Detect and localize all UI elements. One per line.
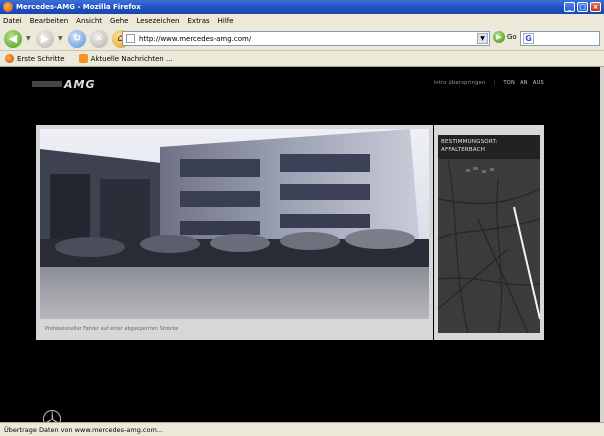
page-icon [126, 34, 135, 43]
forward-history-dropdown[interactable]: ▼ [58, 35, 64, 42]
page-scrollbar[interactable] [600, 67, 604, 422]
menu-bearbeiten[interactable]: Bearbeiten [30, 17, 68, 25]
menu-bar: Datei Bearbeiten Ansicht Gehe Lesezeiche… [0, 14, 604, 27]
nav-divider: | [493, 80, 496, 86]
sound-controls: TON AN AUS [503, 80, 544, 86]
forward-button[interactable]: ▶ [36, 29, 54, 48]
url-history-dropdown[interactable]: ▼ [477, 33, 488, 44]
status-text: Übertrage Daten von www.mercedes-amg.com… [4, 425, 163, 434]
bookmark-erste-schritte[interactable]: Erste Schritte [5, 54, 65, 63]
minimize-button[interactable]: _ [564, 2, 575, 12]
go-arrow-icon: ▶ [493, 31, 505, 43]
window-titlebar: Mercedes-AMG - Mozilla Firefox _ □ × [0, 0, 604, 14]
back-button[interactable]: ◀ [4, 29, 22, 48]
skip-intro-link[interactable]: Intro überspringen [434, 80, 486, 86]
menu-ansicht[interactable]: Ansicht [76, 17, 102, 25]
navigation-toolbar: ◀ ▼ ▶ ▼ ↻ ✕ ⌂ http://www.mercedes-amg.co… [0, 27, 604, 51]
maximize-button[interactable]: □ [577, 2, 588, 12]
destination-name: AFFALTERBACH [441, 147, 486, 153]
destination-label: BESTIMMUNGSORT: [441, 139, 498, 145]
video-caption: Professioneller Fahrer auf einer abgespe… [45, 326, 179, 332]
url-bar[interactable]: http://www.mercedes-amg.com/ ▼ [122, 31, 490, 46]
google-icon: G [523, 33, 534, 44]
rss-icon [78, 54, 88, 63]
go-button[interactable]: ▶ Go [493, 31, 517, 43]
firefox-icon [3, 2, 13, 12]
destination-map[interactable] [438, 159, 540, 333]
menu-gehe[interactable]: Gehe [110, 17, 128, 25]
firefox-icon [5, 54, 14, 63]
url-text[interactable]: http://www.mercedes-amg.com/ [139, 35, 251, 43]
close-button[interactable]: × [590, 2, 601, 12]
destination-header: BESTIMMUNGSORT: AFFALTERBACH [438, 135, 540, 159]
sound-label: TON [503, 80, 516, 86]
arrow-right-icon: ▶ [40, 32, 50, 45]
menu-lesezeichen[interactable]: Lesezeichen [137, 17, 180, 25]
video-panel: Professioneller Fahrer auf einer abgespe… [36, 125, 433, 340]
window-title: Mercedes-AMG - Mozilla Firefox [16, 3, 141, 11]
status-bar: Übertrage Daten von www.mercedes-amg.com… [0, 422, 604, 436]
bookmark-label: Erste Schritte [17, 54, 65, 63]
back-history-dropdown[interactable]: ▼ [26, 35, 32, 42]
bookmark-aktuelle-nachrichten[interactable]: Aktuelle Nachrichten ... [78, 54, 173, 63]
bookmarks-toolbar: Erste Schritte Aktuelle Nachrichten ... [0, 51, 604, 67]
menu-datei[interactable]: Datei [3, 17, 22, 25]
top-navigation: Intro überspringen | TON AN AUS [434, 80, 544, 86]
stop-icon: ✕ [95, 33, 103, 44]
amg-logo[interactable]: AMG [32, 79, 118, 89]
video-frame[interactable] [40, 129, 429, 319]
bookmark-label: Aktuelle Nachrichten ... [90, 54, 173, 63]
search-box[interactable]: G [520, 31, 600, 46]
arrow-left-icon: ◀ [8, 32, 18, 45]
stop-button[interactable]: ✕ [90, 29, 108, 48]
go-label: Go [507, 33, 517, 41]
logo-text: AMG [63, 79, 96, 89]
destination-map-panel: BESTIMMUNGSORT: AFFALTERBACH [434, 125, 544, 340]
reload-icon: ↻ [72, 33, 82, 44]
menu-extras[interactable]: Extras [188, 17, 210, 25]
sound-on-link[interactable]: AN [520, 80, 528, 86]
sound-off-link[interactable]: AUS [533, 80, 544, 86]
reload-button[interactable]: ↻ [68, 29, 86, 48]
page-content: AMG Intro überspringen | TON AN AUS Prof… [0, 67, 600, 428]
window-controls: _ □ × [564, 2, 601, 12]
menu-hilfe[interactable]: Hilfe [218, 17, 234, 25]
